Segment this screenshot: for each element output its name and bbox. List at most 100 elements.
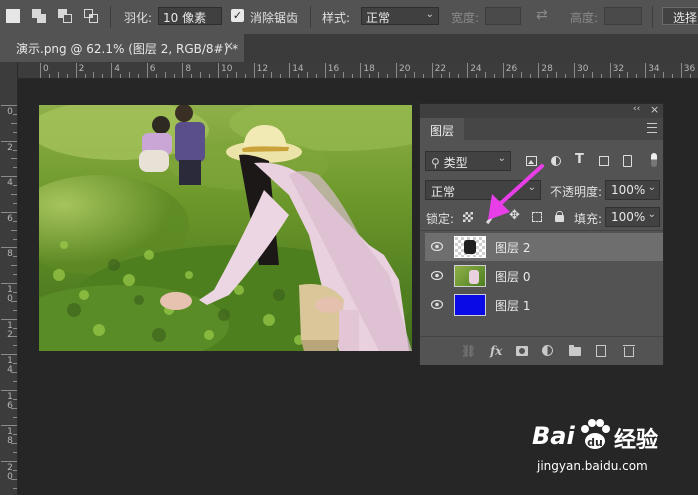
ruler-tick	[13, 380, 17, 382]
ruler-tick	[11, 158, 17, 160]
search-icon: ⚲	[431, 156, 440, 170]
ruler-tick	[11, 229, 17, 231]
intersect-selection-icon[interactable]	[84, 9, 98, 23]
height-input	[604, 7, 642, 25]
ruler-label: 24	[470, 64, 482, 74]
layer-row-layer-0[interactable]: 图层 0	[425, 262, 663, 290]
collapse-panel-icon[interactable]: ‹‹	[633, 104, 640, 114]
close-panel-icon[interactable]: ×	[650, 103, 659, 116]
layer-row-layer-1[interactable]: 图层 1	[425, 291, 663, 319]
ruler-tick	[13, 167, 17, 169]
layer-row-layer-2[interactable]: 图层 2	[425, 233, 663, 261]
ruler-label: 14	[292, 64, 304, 74]
ruler-tick	[11, 265, 17, 267]
ruler-label: 8	[185, 64, 192, 74]
ruler-tick	[13, 131, 17, 133]
ruler-tick	[13, 274, 17, 276]
new-layer-icon[interactable]	[596, 344, 610, 358]
ruler-tick	[280, 74, 282, 78]
feather-input[interactable]: 10 像素	[158, 7, 222, 25]
type-layer-filter-icon[interactable]: T	[575, 152, 584, 167]
ruler-label: 4	[114, 64, 120, 74]
eye-icon[interactable]	[431, 242, 443, 251]
ruler-tick	[618, 74, 620, 78]
panel-title-bar[interactable]: ‹‹ ×	[420, 103, 663, 118]
ruler-tick	[574, 63, 575, 78]
fx-icon[interactable]: fx	[490, 344, 504, 358]
ruler-tick	[57, 72, 59, 78]
ruler-tick	[13, 185, 17, 187]
feather-label: 羽化:	[124, 11, 153, 25]
options-bar: 羽化: 10 像素 ✓ 消除锯齿 样式: 正常 ⌄ 宽度: ⇄ 高度: 选择	[0, 0, 698, 35]
layer-name: 图层 0	[495, 270, 531, 284]
layer-name: 图层 1	[495, 299, 531, 313]
ruler-tick	[493, 74, 495, 78]
panel-menu-icon[interactable]	[647, 123, 657, 133]
filter-toggle-switch[interactable]	[651, 153, 657, 167]
opacity-label: 不透明度:	[550, 185, 603, 199]
fill-input[interactable]: 100% ⌄	[605, 207, 660, 227]
subtract-from-selection-icon[interactable]	[58, 9, 72, 23]
ruler-tick	[11, 407, 17, 409]
folder-icon[interactable]	[569, 344, 583, 358]
ruler-tick	[324, 63, 326, 78]
ruler-tick	[13, 452, 17, 454]
style-select[interactable]: 正常 ⌄	[361, 7, 439, 25]
close-icon[interactable]: ×	[224, 39, 234, 53]
separator	[310, 6, 311, 28]
ruler-tick	[13, 291, 17, 293]
link-layers-icon[interactable]: ⛓	[461, 344, 476, 358]
ruler-tick	[565, 74, 567, 78]
ruler-tick	[40, 63, 41, 78]
annotation-arrow	[488, 164, 544, 220]
new-selection-icon[interactable]	[6, 9, 20, 23]
smart-object-filter-icon[interactable]	[623, 155, 632, 167]
antialias-checkbox[interactable]: ✓	[231, 9, 244, 22]
ruler-tick	[1, 140, 17, 142]
ruler-tick	[342, 72, 344, 78]
select-and-mask-button[interactable]: 选择	[662, 7, 698, 25]
ruler-tick	[11, 194, 17, 195]
chevron-down-icon: ⌄	[647, 209, 656, 220]
add-mask-icon[interactable]	[516, 344, 530, 358]
ruler-tick	[1, 211, 17, 213]
lock-label: 锁定:	[426, 212, 455, 226]
separator	[652, 6, 653, 28]
ruler-label: 34	[648, 64, 660, 74]
ruler-tick	[75, 63, 77, 78]
canvas-image[interactable]	[39, 105, 412, 351]
shape-layer-filter-icon[interactable]	[599, 156, 609, 166]
ruler-tick	[609, 63, 611, 78]
width-label: 宽度:	[451, 11, 480, 25]
height-label: 高度:	[570, 11, 599, 25]
ruler-tick	[13, 416, 17, 418]
ruler-tick	[680, 63, 682, 78]
ruler-tick	[164, 72, 166, 78]
eye-icon[interactable]	[431, 271, 443, 280]
eye-icon[interactable]	[431, 300, 443, 309]
opacity-input[interactable]: 100% ⌄	[605, 180, 660, 200]
lock-all-icon[interactable]	[555, 211, 564, 222]
ruler-tick	[485, 72, 486, 78]
blend-mode-value: 正常	[431, 185, 456, 199]
ruler-tick	[271, 72, 273, 78]
document-tab-title: 演示.png @ 62.1% (图层 2, RGB/8#) *	[16, 42, 239, 56]
ruler-tick	[538, 63, 540, 78]
ruler-tick	[253, 63, 255, 78]
ruler-tick	[645, 63, 647, 78]
horizontal-ruler[interactable]: 0 2 4 6 8 10 12 14 16 18 20 22 24 26 28 30 32 34 36	[17, 62, 698, 79]
ruler-label: 16	[327, 64, 340, 74]
ruler-tick	[66, 74, 68, 78]
vertical-ruler[interactable]: 02468101214161820	[0, 62, 18, 495]
tab-layers[interactable]: 图层	[420, 118, 464, 140]
adjustment-layer-filter-icon[interactable]	[551, 156, 561, 166]
ruler-tick	[218, 63, 219, 78]
add-to-selection-icon[interactable]	[32, 9, 46, 23]
ruler-tick	[13, 487, 17, 489]
document-tab[interactable]: 演示.png @ 62.1% (图层 2, RGB/8#) * ×	[0, 34, 244, 62]
adjustment-layer-icon[interactable]	[542, 344, 556, 358]
ruler-label: 10	[221, 64, 233, 74]
svg-text:du: du	[587, 436, 603, 449]
trash-icon[interactable]	[623, 344, 637, 358]
ruler-tick	[1, 105, 17, 106]
